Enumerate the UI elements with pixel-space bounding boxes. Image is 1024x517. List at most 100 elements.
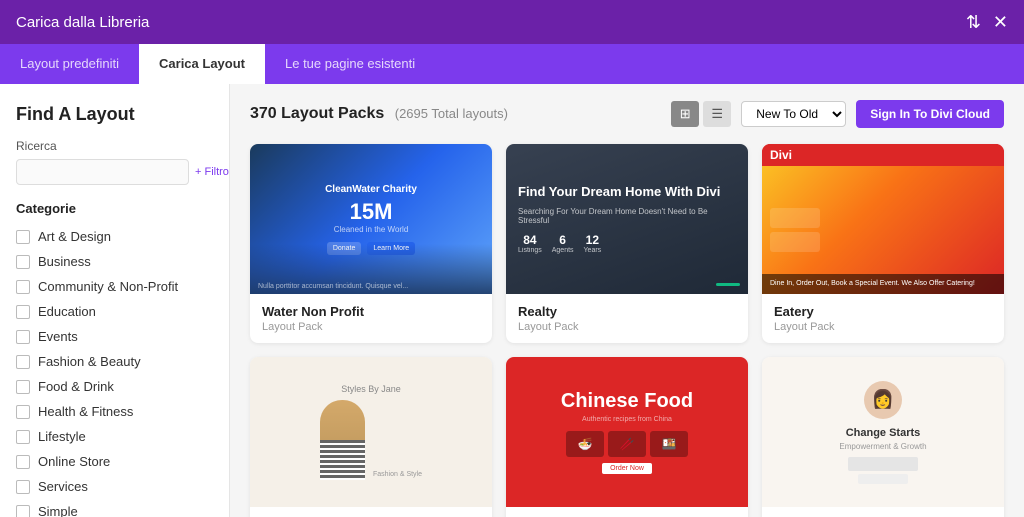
chinese-btn: Order Now	[602, 463, 652, 474]
sidebar-item-simple[interactable]: Simple	[16, 499, 213, 517]
card-chinese-image: Chinese Food Authentic recipes from Chin…	[506, 357, 748, 507]
category-label-lifestyle: Lifestyle	[38, 429, 86, 444]
card-eatery-image: Divi Dine In, Order Out, Book a Special …	[762, 144, 1004, 294]
checkbox-services[interactable]	[16, 480, 30, 494]
sidebar-item-health-fitness[interactable]: Health & Fitness	[16, 399, 213, 424]
sidebar-item-online-store[interactable]: Online Store	[16, 449, 213, 474]
category-label-community: Community & Non-Profit	[38, 279, 178, 294]
tab-bar: Layout predefiniti Carica Layout Le tue …	[0, 44, 1024, 84]
view-toggle: ⊞ ☰	[671, 101, 731, 127]
content-header: 370 Layout Packs (2695 Total layouts) ⊞ …	[250, 100, 1004, 128]
eatery-header: Divi	[762, 144, 1004, 166]
category-label-business: Business	[38, 254, 91, 269]
tab-tuepagine[interactable]: Le tue pagine esistenti	[265, 44, 435, 84]
chinese-food-3: 🍱	[650, 431, 688, 457]
sidebar-item-lifestyle[interactable]: Lifestyle	[16, 424, 213, 449]
card-water-non-profit[interactable]: CleanWater Charity 15M Cleaned in the Wo…	[250, 144, 492, 343]
eatery-sidebar-cards	[770, 208, 820, 252]
sidebar-item-education[interactable]: Education	[16, 299, 213, 324]
filter-button[interactable]: + Filtro	[195, 166, 229, 178]
change-bar	[848, 457, 918, 471]
sidebar-item-events[interactable]: Events	[16, 324, 213, 349]
sidebar: Find A Layout Ricerca + Filtro Categorie…	[0, 84, 230, 517]
category-label-services: Services	[38, 479, 88, 494]
search-label: Ricerca	[16, 139, 213, 153]
card-chinese-info: Chinese Food Layout Pack	[506, 507, 748, 517]
tab-carica[interactable]: Carica Layout	[139, 44, 265, 84]
checkbox-education[interactable]	[16, 305, 30, 319]
realty-label-2: Agents	[552, 247, 574, 254]
checkbox-online-store[interactable]	[16, 455, 30, 469]
search-input[interactable]	[16, 159, 189, 185]
category-label-events: Events	[38, 329, 78, 344]
sidebar-item-fashion-beauty[interactable]: Fashion & Beauty	[16, 349, 213, 374]
water-title: CleanWater Charity	[325, 184, 417, 195]
checkbox-business[interactable]	[16, 255, 30, 269]
checkbox-food-drink[interactable]	[16, 380, 30, 394]
sidebar-item-community[interactable]: Community & Non-Profit	[16, 274, 213, 299]
categories-title: Categorie	[16, 201, 213, 216]
search-row: + Filtro	[16, 159, 213, 185]
close-icon[interactable]: ✕	[993, 12, 1008, 33]
sign-in-cloud-button[interactable]: Sign In To Divi Cloud	[856, 100, 1004, 128]
sidebar-item-art-design[interactable]: Art & Design	[16, 224, 213, 249]
realty-num-2: 6	[552, 233, 574, 247]
sidebar-title: Find A Layout	[16, 104, 213, 125]
checkbox-community[interactable]	[16, 280, 30, 294]
eatery-overlay: Dine In, Order Out, Book a Special Event…	[762, 274, 1004, 295]
sort-select[interactable]: New To Old Old To New A to Z Z to A	[741, 101, 846, 127]
chinese-title: Chinese Food	[561, 390, 693, 412]
eatery-food-area: Dine In, Order Out, Book a Special Event…	[762, 166, 1004, 294]
eatery-card-1	[770, 208, 820, 228]
card-change-starts[interactable]: 👩 Change Starts Empowerment & Growth Cha…	[762, 357, 1004, 517]
checkbox-health-fitness[interactable]	[16, 405, 30, 419]
sidebar-item-business[interactable]: Business	[16, 249, 213, 274]
sidebar-item-food-drink[interactable]: Food & Drink	[16, 374, 213, 399]
card-chinese-food[interactable]: Chinese Food Authentic recipes from Chin…	[506, 357, 748, 517]
header-controls: ⊞ ☰ New To Old Old To New A to Z Z to A …	[671, 100, 1004, 128]
water-footer-text: Nulla porttitor accumsan tincidunt. Quis…	[258, 283, 408, 290]
chinese-desc: Authentic recipes from China	[582, 416, 672, 423]
water-footer: Nulla porttitor accumsan tincidunt. Quis…	[250, 244, 492, 294]
checkbox-lifestyle[interactable]	[16, 430, 30, 444]
card-realty[interactable]: Find Your Dream Home With Divi Searching…	[506, 144, 748, 343]
chinese-food-2: 🥢	[608, 431, 646, 457]
card-styles-image: Styles By Jane Fashion & Style	[250, 357, 492, 507]
card-styles-by-jane[interactable]: Styles By Jane Fashion & Style Styles By…	[250, 357, 492, 517]
card-realty-image: Find Your Dream Home With Divi Searching…	[506, 144, 748, 294]
card-realty-name: Realty	[518, 304, 736, 319]
checkbox-simple[interactable]	[16, 505, 30, 517]
layout-total: (2695 Total layouts)	[395, 106, 508, 121]
sort-icon[interactable]: ⇅	[966, 12, 981, 33]
styles-label: Styles By Jane	[341, 384, 401, 394]
realty-stat-3: 12 Years	[584, 233, 602, 254]
list-view-button[interactable]: ☰	[703, 101, 731, 127]
checkbox-fashion-beauty[interactable]	[16, 355, 30, 369]
styles-figure: Fashion & Style	[320, 400, 422, 480]
window-title: Carica dalla Libreria	[16, 14, 149, 31]
card-realty-info: Realty Layout Pack	[506, 294, 748, 343]
realty-stat-2: 6 Agents	[552, 233, 574, 254]
realty-sub: Searching For Your Dream Home Doesn't Ne…	[518, 207, 736, 225]
layout-count: 370 Layout Packs	[250, 105, 384, 122]
styles-form	[320, 400, 365, 480]
card-eatery-sub: Layout Pack	[774, 321, 992, 333]
realty-stat-1: 84 Listings	[518, 233, 542, 254]
realty-accent	[716, 283, 740, 286]
card-realty-sub: Layout Pack	[518, 321, 736, 333]
card-water-sub: Layout Pack	[262, 321, 480, 333]
realty-num-1: 84	[518, 233, 542, 247]
realty-label-3: Years	[584, 247, 602, 254]
realty-stats: 84 Listings 6 Agents 12 Years	[518, 233, 736, 254]
styles-stripes	[320, 440, 365, 480]
card-eatery[interactable]: Divi Dine In, Order Out, Book a Special …	[762, 144, 1004, 343]
tab-predefined[interactable]: Layout predefiniti	[0, 44, 139, 84]
sidebar-item-services[interactable]: Services	[16, 474, 213, 499]
water-stat: 15M	[350, 199, 393, 225]
grid-view-button[interactable]: ⊞	[671, 101, 699, 127]
card-change-image: 👩 Change Starts Empowerment & Growth	[762, 357, 1004, 507]
card-eatery-info: Eatery Layout Pack	[762, 294, 1004, 343]
checkbox-events[interactable]	[16, 330, 30, 344]
eatery-brand: Divi	[770, 148, 792, 162]
checkbox-art-design[interactable]	[16, 230, 30, 244]
